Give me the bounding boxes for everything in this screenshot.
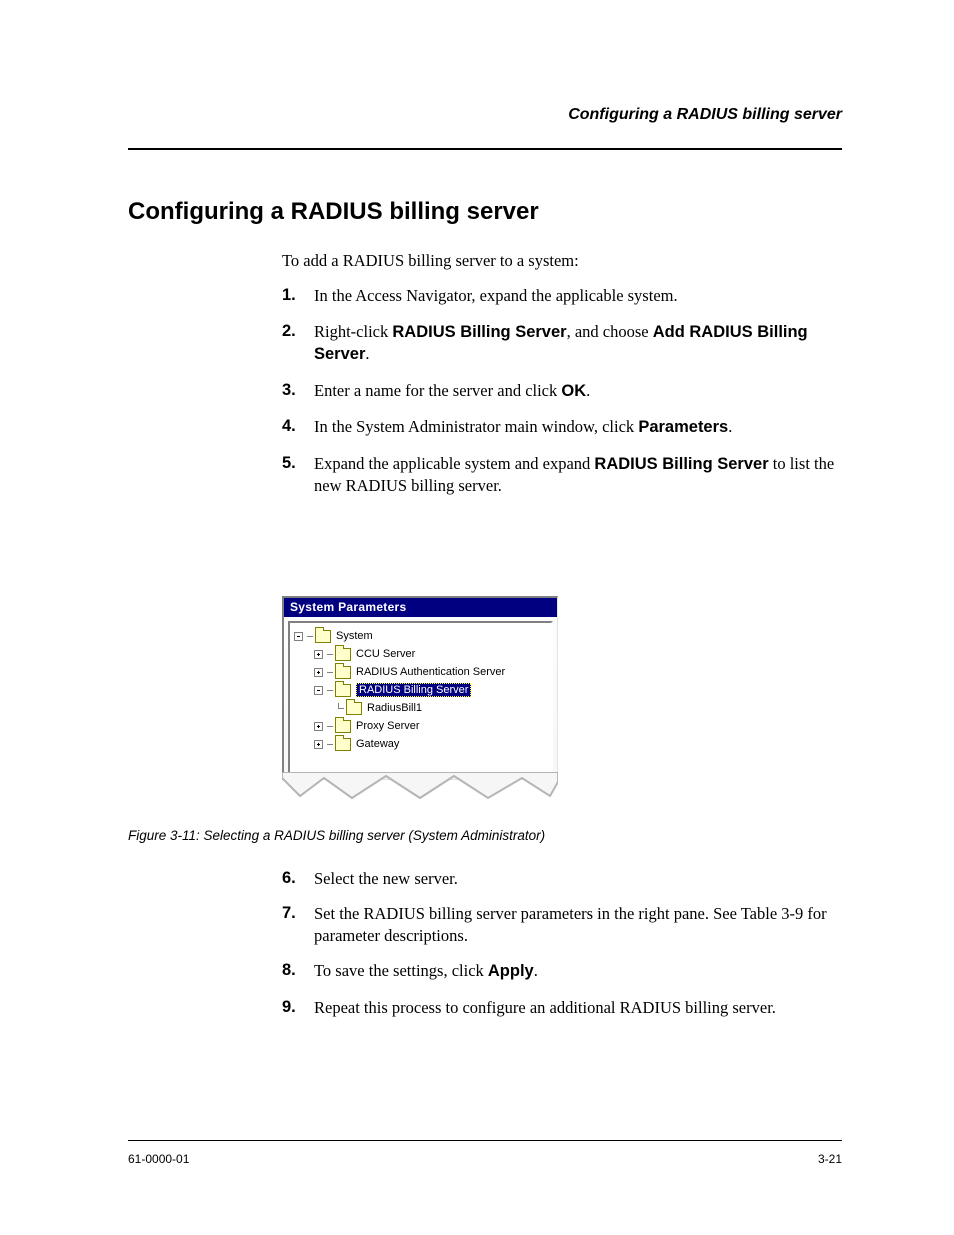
step-text: Repeat this process to configure an addi… bbox=[314, 997, 842, 1018]
step-number: 5. bbox=[282, 453, 314, 497]
tree-node-radius-billing-server[interactable]: RADIUS Billing Server bbox=[292, 681, 549, 699]
step-item: 2.Right-click RADIUS Billing Server, and… bbox=[282, 321, 842, 366]
footer-rule bbox=[128, 1140, 842, 1141]
step-text: In the Access Navigator, expand the appl… bbox=[314, 285, 842, 306]
collapse-icon[interactable] bbox=[294, 632, 303, 641]
tree-node-system[interactable]: System bbox=[292, 627, 549, 645]
footer-document-id: 61-0000-01 bbox=[128, 1152, 189, 1166]
step-item: 9.Repeat this process to configure an ad… bbox=[282, 997, 842, 1018]
step-number: 4. bbox=[282, 416, 314, 438]
footer-page-number: 3-21 bbox=[818, 1152, 842, 1166]
document-page: Configuring a RADIUS billing server Conf… bbox=[0, 0, 954, 1235]
steps-list-after: 6.Select the new server.7.Set the RADIUS… bbox=[282, 868, 842, 1032]
step-text: Select the new server. bbox=[314, 868, 842, 889]
step-number: 8. bbox=[282, 960, 314, 982]
step-number: 1. bbox=[282, 285, 314, 306]
step-number: 6. bbox=[282, 868, 314, 889]
steps-list-before: 1.In the Access Navigator, expand the ap… bbox=[282, 285, 842, 496]
expand-icon[interactable] bbox=[314, 740, 323, 749]
tree-label-selected: RADIUS Billing Server bbox=[356, 683, 471, 697]
tree-label: CCU Server bbox=[356, 648, 415, 660]
step-text: Right-click RADIUS Billing Server, and c… bbox=[314, 321, 842, 366]
folder-icon bbox=[346, 702, 362, 715]
tree-label: Proxy Server bbox=[356, 720, 420, 732]
folder-icon bbox=[335, 648, 351, 661]
expand-icon[interactable] bbox=[314, 668, 323, 677]
tree-view[interactable]: System CCU Server RADIUS Authentication … bbox=[288, 621, 553, 775]
step-number: 3. bbox=[282, 380, 314, 402]
step-item: 7.Set the RADIUS billing server paramete… bbox=[282, 903, 842, 946]
body-text: To add a RADIUS billing server to a syst… bbox=[282, 250, 842, 511]
step-item: 5.Expand the applicable system and expan… bbox=[282, 453, 842, 497]
tree-label: RADIUS Authentication Server bbox=[356, 666, 505, 678]
folder-icon bbox=[315, 630, 331, 643]
step-item: 6.Select the new server. bbox=[282, 868, 842, 889]
step-item: 8.To save the settings, click Apply. bbox=[282, 960, 842, 982]
figure: System Parameters System CCU Server bbox=[282, 596, 558, 802]
step-text: In the System Administrator main window,… bbox=[314, 416, 842, 438]
tree-label: RadiusBill1 bbox=[367, 702, 422, 714]
running-header: Configuring a RADIUS billing server bbox=[568, 106, 842, 124]
tree-node-proxy-server[interactable]: Proxy Server bbox=[292, 717, 549, 735]
intro-paragraph: To add a RADIUS billing server to a syst… bbox=[282, 250, 842, 271]
step-text: To save the settings, click Apply. bbox=[314, 960, 842, 982]
expand-icon[interactable] bbox=[314, 650, 323, 659]
header-rule bbox=[128, 148, 842, 150]
tree-node-gateway[interactable]: Gateway bbox=[292, 735, 549, 753]
folder-icon bbox=[335, 684, 351, 697]
step-number: 7. bbox=[282, 903, 314, 946]
collapse-icon[interactable] bbox=[314, 686, 323, 695]
tree-label: System bbox=[336, 630, 373, 642]
tree-label: Gateway bbox=[356, 738, 399, 750]
tree-node-ccu-server[interactable]: CCU Server bbox=[292, 645, 549, 663]
folder-icon bbox=[335, 738, 351, 751]
step-number: 2. bbox=[282, 321, 314, 366]
step-text: Enter a name for the server and click OK… bbox=[314, 380, 842, 402]
tree-connector-icon bbox=[334, 703, 344, 713]
page-title: Configuring a RADIUS billing server bbox=[128, 198, 539, 226]
step-item: 4.In the System Administrator main windo… bbox=[282, 416, 842, 438]
expand-icon[interactable] bbox=[314, 722, 323, 731]
system-parameters-panel: System Parameters System CCU Server bbox=[282, 596, 558, 780]
step-number: 9. bbox=[282, 997, 314, 1018]
step-text: Expand the applicable system and expand … bbox=[314, 453, 842, 497]
torn-edge-decoration bbox=[282, 772, 558, 802]
figure-caption: Figure 3-11: Selecting a RADIUS billing … bbox=[128, 828, 545, 843]
tree-node-radiusbill1[interactable]: RadiusBill1 bbox=[292, 699, 549, 717]
tree-node-radius-auth-server[interactable]: RADIUS Authentication Server bbox=[292, 663, 549, 681]
step-text: Set the RADIUS billing server parameters… bbox=[314, 903, 842, 946]
step-item: 1.In the Access Navigator, expand the ap… bbox=[282, 285, 842, 306]
step-item: 3.Enter a name for the server and click … bbox=[282, 380, 842, 402]
folder-icon bbox=[335, 720, 351, 733]
panel-titlebar: System Parameters bbox=[284, 598, 557, 617]
folder-icon bbox=[335, 666, 351, 679]
